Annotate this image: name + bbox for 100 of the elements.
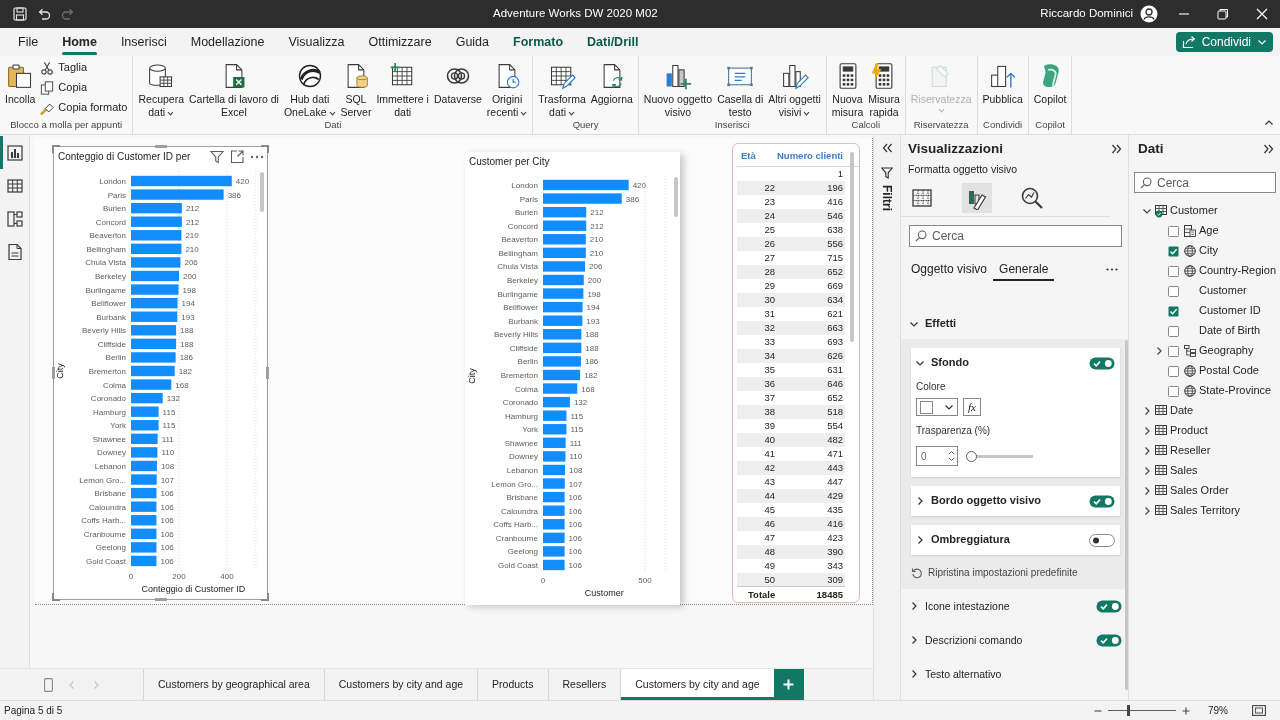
filter-icon[interactable]	[881, 167, 893, 179]
checkbox[interactable]	[1168, 325, 1179, 337]
toggle-switch[interactable]	[1096, 633, 1122, 647]
color-picker[interactable]	[916, 398, 958, 416]
checkbox[interactable]	[1168, 385, 1179, 397]
slider-thumb[interactable]	[966, 450, 977, 462]
new-visual-button[interactable]: Nuovo oggetto visivo	[641, 61, 715, 119]
section-header[interactable]: Descrizioni comando	[909, 633, 1023, 647]
field-item[interactable]: Country-Region	[1129, 261, 1280, 281]
phone-icon[interactable]	[44, 677, 53, 692]
checkbox[interactable]	[1168, 285, 1179, 297]
double-chevron-right-icon[interactable]	[1263, 144, 1274, 154]
fx-button[interactable]: fx	[963, 398, 981, 416]
fit-page-icon[interactable]	[1252, 705, 1266, 716]
copy-button[interactable]: Copia	[38, 78, 130, 98]
share-button[interactable]: Condividi	[1175, 32, 1273, 52]
menu-tab[interactable]: File	[6, 28, 51, 56]
pane-tab[interactable]: Oggetto visivo	[905, 257, 994, 281]
resize-handle[interactable]	[52, 593, 60, 601]
menu-tab[interactable]: Dati/Drill	[575, 28, 651, 56]
excel-workbook-button[interactable]: Cartella di lavoro di Excel	[187, 61, 281, 119]
checkbox[interactable]	[1168, 245, 1179, 257]
column-header[interactable]: Numero clienti	[777, 150, 845, 162]
transform-data-button[interactable]: Trasforma dati	[536, 61, 588, 119]
toggle-switch[interactable]	[1096, 599, 1122, 613]
checkbox[interactable]	[1168, 265, 1179, 277]
zoom-level[interactable]: 79%	[1208, 704, 1228, 717]
resize-handle[interactable]	[261, 593, 269, 601]
column-header[interactable]: Età	[737, 150, 777, 162]
table-item[interactable]: Reseller	[1129, 441, 1280, 461]
enter-data-button[interactable]: Immettere i dati	[374, 61, 431, 119]
avatar-icon[interactable]	[1140, 5, 1158, 23]
get-data-button[interactable]: Recupera dati	[136, 61, 186, 119]
menu-tab[interactable]: Modellazione	[178, 28, 277, 56]
refresh-button[interactable]: Aggiorna	[588, 61, 635, 106]
quick-measure-button[interactable]: Misura rapida	[866, 61, 902, 119]
field-item[interactable]: Age	[1129, 221, 1280, 241]
search-field[interactable]: Cerca	[1134, 172, 1276, 193]
field-item[interactable]: Customer ID	[1129, 301, 1280, 321]
field-item[interactable]: Postal Code	[1129, 361, 1280, 381]
menu-tab[interactable]: Inserisci	[108, 28, 179, 56]
pane-tab[interactable]: Generale	[993, 257, 1055, 281]
double-chevron-right-icon[interactable]	[1111, 144, 1122, 154]
table-item[interactable]: Sales	[1129, 461, 1280, 481]
resize-handle[interactable]	[266, 367, 269, 379]
toggle-switch[interactable]	[1089, 494, 1115, 508]
menu-tab[interactable]: Visualizza	[276, 28, 357, 56]
publish-button[interactable]: Pubblica	[980, 61, 1025, 106]
undo-icon[interactable]	[36, 6, 52, 22]
resize-handle[interactable]	[154, 598, 167, 601]
restore-icon[interactable]	[1217, 8, 1229, 20]
format-visual-button[interactable]	[962, 182, 992, 213]
checkbox[interactable]	[1168, 365, 1179, 377]
spinner-arrows-icon[interactable]	[948, 450, 955, 462]
field-item[interactable]: City	[1129, 241, 1280, 261]
double-chevron-left-icon[interactable]	[881, 143, 893, 153]
scrollbar[interactable]	[260, 172, 264, 212]
resize-handle[interactable]	[52, 367, 55, 379]
field-item[interactable]: State-Province	[1129, 381, 1280, 401]
chart-card[interactable]	[53, 146, 268, 600]
field-item[interactable]: Customer	[1129, 281, 1280, 301]
zoom-in-icon[interactable]	[1182, 706, 1190, 715]
scrollbar[interactable]	[1125, 340, 1128, 690]
table-item[interactable]: Date	[1129, 401, 1280, 421]
menu-tab[interactable]: Ottimizzare	[356, 28, 444, 56]
field-item[interactable]: Date of Birth	[1129, 321, 1280, 341]
dataverse-button[interactable]: Dataverse	[431, 61, 484, 106]
scrollbar[interactable]	[850, 152, 854, 342]
resize-handle[interactable]	[261, 145, 269, 153]
menu-tab[interactable]: Formato	[501, 28, 576, 56]
cut-button[interactable]: Taglia	[38, 58, 130, 78]
section-header[interactable]: Testo alternativo	[909, 667, 1002, 681]
resize-handle[interactable]	[154, 145, 167, 148]
section-header[interactable]: Effetti	[909, 317, 957, 331]
paste-button[interactable]: Incolla	[3, 61, 38, 106]
card-header[interactable]: Sfondo	[915, 356, 969, 370]
save-icon[interactable]	[12, 6, 28, 22]
reset-button[interactable]: Ripristina impostazioni predefinite	[911, 561, 1078, 585]
zoom-slider-thumb[interactable]	[1127, 705, 1131, 716]
scrollbar[interactable]	[674, 177, 678, 217]
onelake-hub-button[interactable]: Hub dati OneLake	[281, 61, 338, 119]
card-header[interactable]: Ombreggiatura	[915, 533, 1010, 547]
close-icon[interactable]	[1256, 8, 1268, 20]
format-painter-button[interactable]: Copia formato	[38, 98, 130, 118]
filter-icon[interactable]	[210, 150, 224, 164]
checkbox[interactable]	[1168, 345, 1179, 357]
table-item[interactable]: Product	[1129, 421, 1280, 441]
text-box-button[interactable]: Casella di testo	[715, 61, 766, 119]
focus-mode-icon[interactable]	[230, 150, 244, 164]
new-measure-button[interactable]: Nuova misura	[829, 61, 866, 119]
recent-sources-button[interactable]: Origini recenti	[484, 61, 530, 119]
table-item[interactable]: Customer	[1129, 201, 1280, 221]
section-header[interactable]: Icone intestazione	[909, 599, 1010, 613]
field-item[interactable]: Geography	[1129, 341, 1280, 361]
menu-tab[interactable]: Guida	[443, 28, 502, 56]
sql-server-button[interactable]: SQL Server	[338, 61, 374, 119]
pane-label[interactable]: Filtri	[879, 185, 895, 211]
table-item[interactable]: Sales Territory	[1129, 501, 1280, 521]
page-tab[interactable]: Customers by city and age	[620, 669, 774, 700]
search-field[interactable]: Cerca	[909, 225, 1122, 247]
